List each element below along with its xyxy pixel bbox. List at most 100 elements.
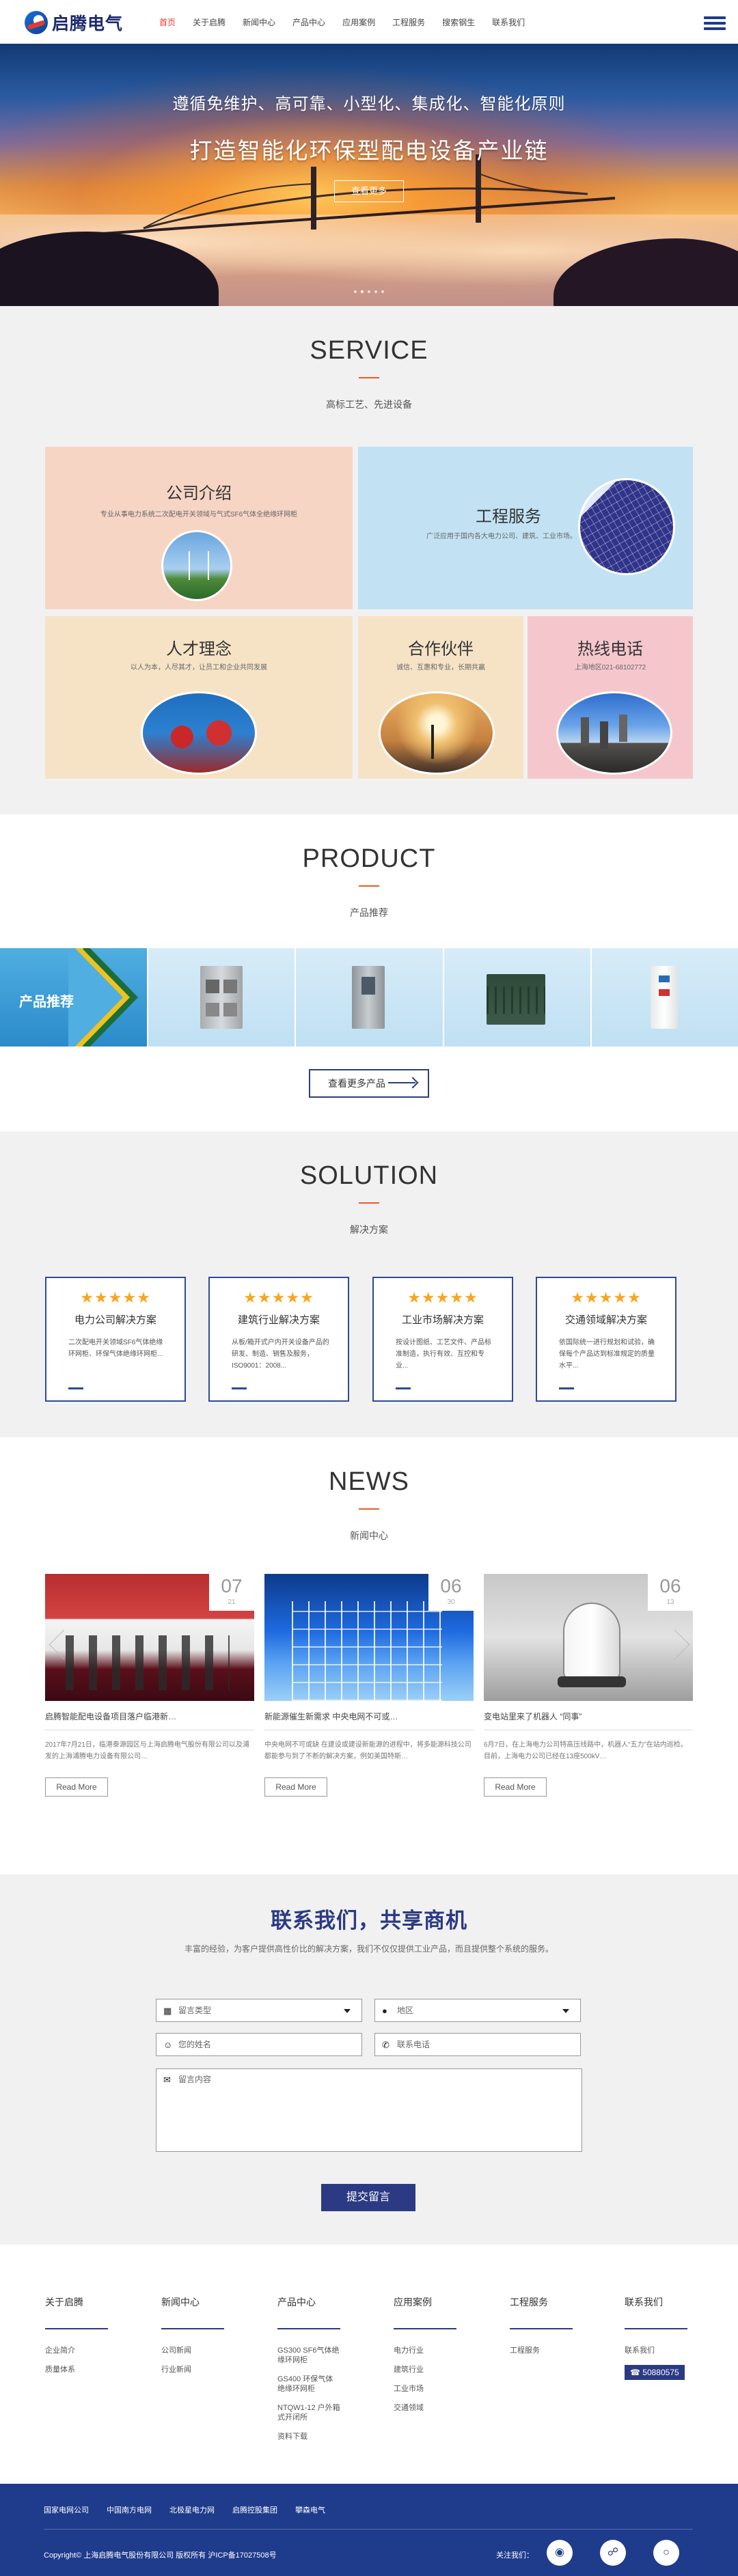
phone-input[interactable]: ✆ 联系电话 (374, 2033, 581, 2056)
footer-link[interactable]: 工程服务 (510, 2346, 573, 2355)
footer-link[interactable]: 公司新闻 (161, 2346, 224, 2355)
submit-message-button[interactable]: 提交留言 (321, 2184, 415, 2211)
solution-card-building[interactable]: ★★★★★ 建筑行业解决方案 从板/箱开式户内开关设备产品的研发、制造、销售及服… (208, 1277, 349, 1402)
footer-link[interactable]: 工业市场 (394, 2384, 456, 2394)
message-textarea[interactable]: ✉ 留言内容 (156, 2068, 582, 2152)
nav-news[interactable]: 新闻中心 (235, 0, 283, 44)
footer-column-title[interactable]: 联系我们 (625, 2295, 693, 2309)
phone-badge[interactable]: ☎ 50880575 (625, 2365, 685, 2380)
logo[interactable]: 启腾电气 (25, 11, 123, 34)
news-image[interactable]: 06 13 (484, 1574, 693, 1701)
footer-column-products: 产品中心 GS300 SF6气体绝缘环网柜 GS400 环保气体绝缘环网柜 NT… (277, 2295, 346, 2451)
product-title: PRODUCT (302, 844, 436, 873)
friend-link[interactable]: 中国南方电网 (107, 2504, 152, 2515)
footer-column-engineering: 工程服务 工程服务 (510, 2295, 578, 2365)
hamburger-menu-icon[interactable] (704, 16, 726, 31)
carousel-dot-active[interactable] (361, 290, 364, 293)
nav-about[interactable]: 关于启腾 (185, 0, 233, 44)
copyright-text: Copyright© 上海启腾电气股份有限公司 版权所有 沪ICP备170275… (44, 2551, 277, 2560)
carousel-dot[interactable] (368, 290, 370, 293)
footer-link[interactable]: GS300 SF6气体绝缘环网柜 (277, 2346, 340, 2365)
product-item-ring-main-unit[interactable] (591, 948, 738, 1047)
solution-card-transport[interactable]: ★★★★★ 交通领域解决方案 依国际统一进行规划和试验，确保每个产品达到标准规定… (536, 1277, 676, 1402)
read-more-button[interactable]: Read More (45, 1777, 108, 1797)
service-card-engineering[interactable]: 工程服务 广泛应用于国内各大电力公司、建筑、工业市场。 (358, 447, 693, 609)
footer-link[interactable]: 企业简介 (45, 2346, 108, 2355)
footer-link[interactable]: NTQW1-12 户外箱式开闭所 (277, 2403, 340, 2422)
service-card-title: 工程服务 (476, 508, 541, 526)
footer-column-title[interactable]: 关于启腾 (45, 2295, 113, 2309)
product-item-box-substation[interactable] (443, 948, 590, 1047)
product-label-tile: 产品推荐 (0, 948, 147, 1047)
rating-stars: ★★★★★ (407, 1289, 478, 1306)
carousel-dot[interactable] (354, 290, 357, 293)
service-card-talent[interactable]: 人才理念 以人为本，人尽其才，让员工和企业共同发展 (45, 616, 353, 779)
friend-links: 国家电网公司 中国南方电网 北极星电力网 启腾控股集团 攀森电气 (44, 2504, 343, 2515)
product-carousel: 产品推荐 (0, 948, 738, 1047)
nav-products[interactable]: 产品中心 (285, 0, 333, 44)
news-headline[interactable]: 变电站里来了机器人 “同事” (484, 1711, 693, 1722)
carousel-dots (0, 284, 738, 296)
news-card[interactable]: 06 13 变电站里来了机器人 “同事” 6月7日，在上海电力公司特高压线路中，… (484, 1574, 693, 1881)
friend-link[interactable]: 攀森电气 (295, 2504, 325, 2515)
nav-cases[interactable]: 应用案例 (335, 0, 383, 44)
qq-icon[interactable]: ○ (653, 2540, 679, 2566)
footer-link[interactable]: 联系我们 (625, 2346, 687, 2355)
solution-card-power[interactable]: ★★★★★ 电力公司解决方案 二次配电开关领域SF6气体绝缘环网柜、环保气体绝缘… (45, 1277, 186, 1402)
footer-column-title[interactable]: 应用案例 (394, 2295, 462, 2309)
region-select[interactable]: ● 地区 (374, 1999, 581, 2022)
footer-column-about: 关于启腾 企业简介 质量体系 (45, 2295, 113, 2384)
news-image[interactable]: 06 30 (264, 1574, 474, 1701)
product-item-switchgear[interactable] (148, 948, 295, 1047)
footer-link[interactable]: 资料下载 (277, 2432, 340, 2441)
service-card-partners[interactable]: 合作伙伴 诚信、互惠和专业，长期共赢 (358, 616, 523, 779)
arrow-right-icon (388, 1082, 415, 1083)
footer-link[interactable]: 电力行业 (394, 2346, 456, 2355)
nav-contact[interactable]: 联系我们 (484, 0, 532, 44)
footer-link[interactable]: 建筑行业 (394, 2365, 456, 2374)
news-prev-arrow-icon[interactable] (48, 1629, 67, 1661)
solution-card-industry[interactable]: ★★★★★ 工业市场解决方案 按设计图纸、工艺文件、产品标准制造，执行有效、互控… (372, 1277, 513, 1402)
footer: 关于启腾 企业简介 质量体系 新闻中心 公司新闻 行业新闻 产品中心 GS300… (0, 2245, 738, 2484)
footer-link[interactable]: 质量体系 (45, 2365, 108, 2374)
nav-home[interactable]: 首页 (152, 0, 183, 44)
read-more-button[interactable]: Read More (484, 1777, 547, 1797)
news-excerpt: 2017年7月21日，临港泰源园区与上海启腾电气股份有限公司以及浦发的上海浦腾电… (45, 1741, 249, 1760)
weibo-icon[interactable]: ◉ (547, 2540, 573, 2566)
carousel-dot[interactable] (374, 290, 377, 293)
news-card[interactable]: 06 30 新能源催生新需求 中央电网不可或… 中央电网不可或缺 在建设或建设新… (264, 1574, 474, 1881)
footer-column-title[interactable]: 新闻中心 (161, 2295, 230, 2309)
name-input[interactable]: ☺ 您的姓名 (156, 2033, 362, 2056)
footer-link[interactable]: GS400 环保气体绝缘环网柜 (277, 2374, 340, 2394)
footer-column-title[interactable]: 产品中心 (277, 2295, 346, 2309)
news-date: 06 30 (428, 1574, 474, 1611)
user-icon: ☺ (163, 2040, 173, 2050)
bottom-bar: 国家电网公司 中国南方电网 北极星电力网 启腾控股集团 攀森电气 Copyrig… (0, 2484, 738, 2576)
carousel-dot[interactable] (381, 290, 384, 293)
message-type-select[interactable]: ▦ 留言类型 (156, 1999, 362, 2022)
news-image[interactable]: 07 21 (45, 1574, 254, 1701)
wechat-icon[interactable]: ☍ (600, 2540, 626, 2566)
service-card-company[interactable]: 公司介绍 专业从事电力系统二次配电开关领域与气式SF6气体全绝缘环网柜 (45, 447, 353, 609)
nav-search[interactable]: 搜索钢生 (435, 0, 482, 44)
news-card[interactable]: 07 21 启腾智能配电设备项目落户临港新… 2017年7月21日，临港泰源园区… (45, 1574, 254, 1881)
footer-link[interactable]: 行业新闻 (161, 2365, 224, 2374)
news-headline[interactable]: 新能源催生新需求 中央电网不可或… (264, 1711, 474, 1722)
product-item-control-cabinet[interactable] (296, 948, 443, 1047)
friend-link[interactable]: 北极星电力网 (169, 2504, 215, 2515)
news-date: 06 13 (648, 1574, 693, 1611)
phone-icon: ✆ (382, 2040, 390, 2050)
footer-column-title[interactable]: 工程服务 (510, 2295, 578, 2309)
banner-more-button[interactable]: 查看更多 (334, 180, 404, 202)
footer-link[interactable]: 交通领域 (394, 2403, 456, 2413)
rating-stars: ★★★★★ (80, 1289, 151, 1306)
news-headline[interactable]: 启腾智能配电设备项目落户临港新… (45, 1711, 254, 1722)
friend-link[interactable]: 启腾控股集团 (232, 2504, 277, 2515)
service-card-hotline[interactable]: 热线电话 上海地区021-68102772 (528, 616, 693, 779)
more-products-button[interactable]: 查看更多产品 (309, 1069, 429, 1098)
news-next-arrow-icon[interactable] (672, 1629, 692, 1661)
solution-card-title: 交通领域解决方案 (564, 1314, 647, 1326)
friend-link[interactable]: 国家电网公司 (44, 2504, 89, 2515)
read-more-button[interactable]: Read More (264, 1777, 327, 1797)
nav-engineering[interactable]: 工程服务 (385, 0, 433, 44)
